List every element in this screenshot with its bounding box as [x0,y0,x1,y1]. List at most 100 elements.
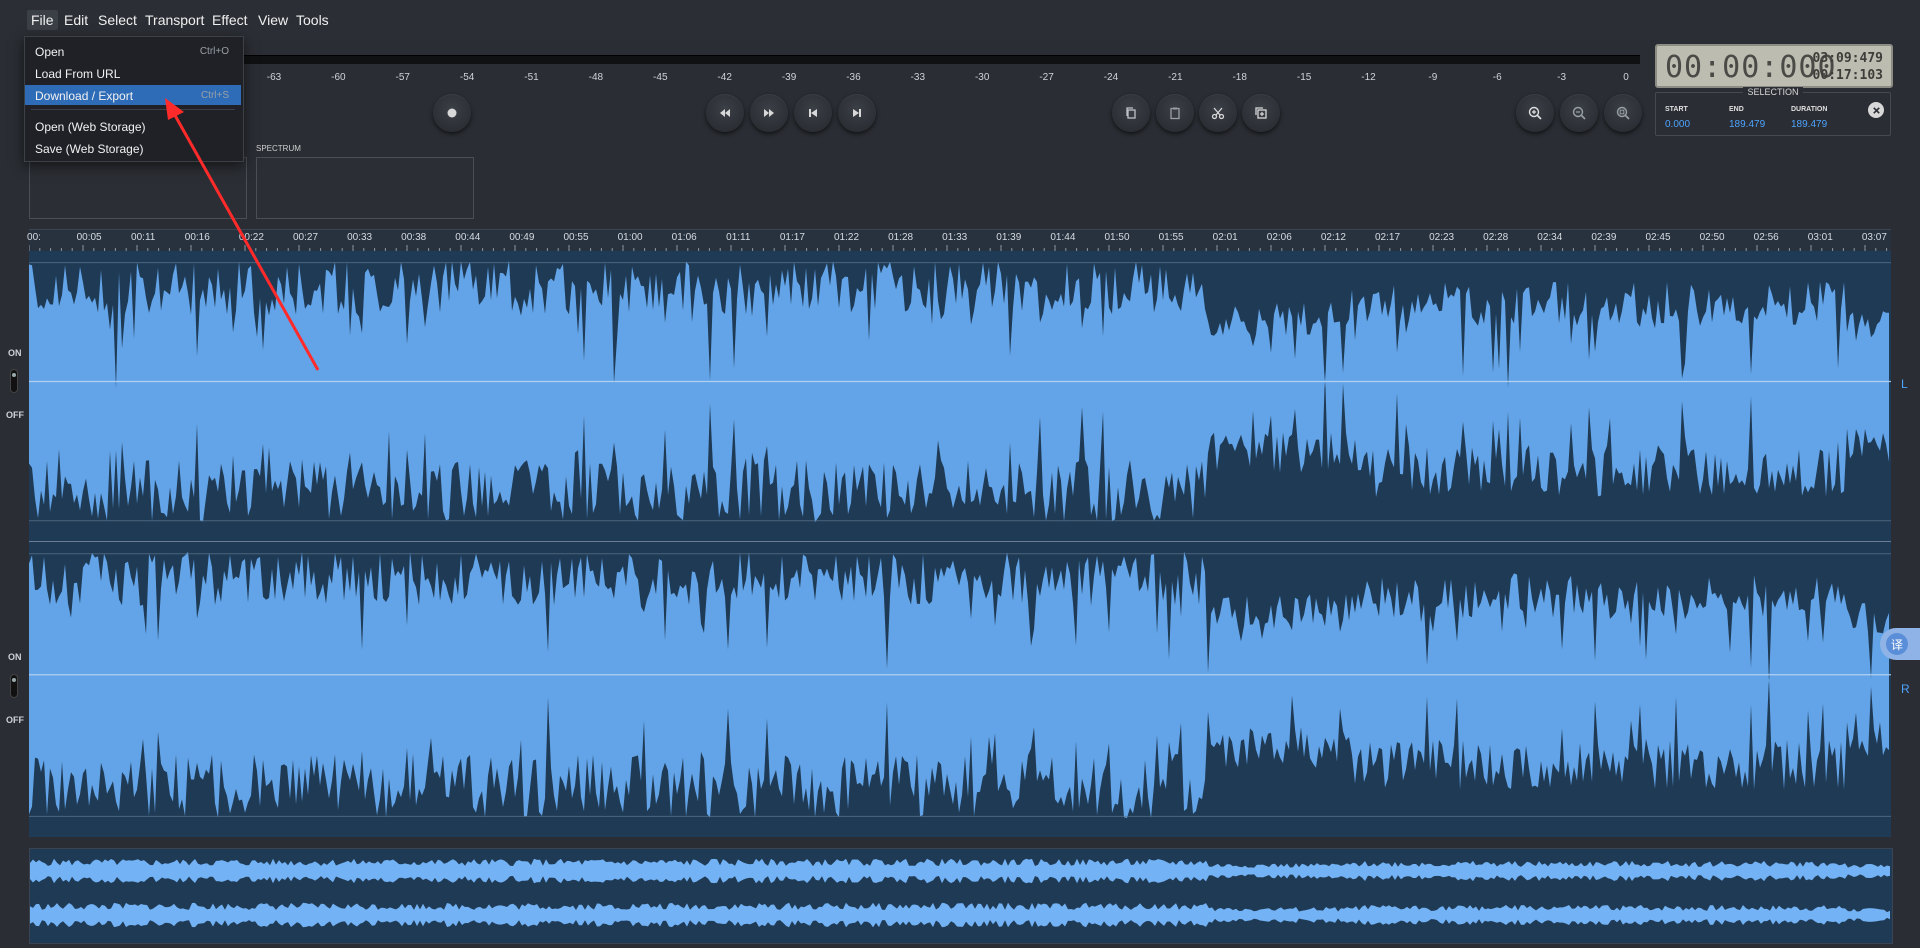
level-meter-scale: -63 -60 -57 -54 -51 -48 -45 -42 -39 -36 -33 -30 -27-… [240,64,1640,84]
timeline-label: 02:06 [1266,232,1292,243]
skip-to-end-icon [853,109,861,117]
meter-tick-label: -24 [1103,72,1119,83]
rewind-button[interactable] [706,94,744,132]
timeline-label: 00:27 [292,232,319,243]
timeline-ruler[interactable]: 00: 00:05 00:11 00:16 00:22 00:27 00:33 00:38 00… [27,229,1891,252]
meter-tick-label: -18 [1232,72,1247,83]
menu-separator [31,109,235,110]
left-channel-label: L [1901,377,1908,391]
timeline-label: 02:50 [1699,232,1725,243]
timeline-label: 03:01 [1807,232,1833,243]
copy-icon [1126,107,1136,119]
paste-icon [1170,107,1180,120]
timeline-label: 00:05 [76,232,102,243]
record-button[interactable] [433,94,471,132]
current-time: 00:00:000 [1665,50,1837,85]
close-icon [1872,106,1880,114]
zoom-fit-button[interactable] [1604,94,1642,132]
skip-to-end-button[interactable] [838,94,876,132]
timeline-label: 02:45 [1645,232,1671,243]
timeline-label: 01:22 [833,232,860,243]
selection-duration-value[interactable]: 189.479 [1791,119,1827,130]
menu-transport[interactable]: Transport [141,10,208,30]
shortcut-open: Ctrl+O [199,46,229,57]
timeline-label: 02:56 [1753,232,1779,243]
menu-open[interactable]: Open Ctrl+O [25,41,241,61]
timeline-label: 01:44 [1050,232,1076,243]
meter-tick-label: -42 [717,72,732,83]
paste-mix-button[interactable] [1242,94,1280,132]
selection-duration-label: DURATION [1791,106,1828,113]
timeline-label: 02:01 [1212,232,1238,243]
timeline-label: 00:44 [455,232,481,243]
timeline-label: 03:07 [1861,232,1887,243]
left-channel-toggle[interactable] [11,370,17,392]
channel-right-track[interactable] [29,542,1891,837]
timeline-label: 02:12 [1320,232,1346,243]
overview-waveform[interactable] [29,848,1893,944]
meter-tick-label: -21 [1168,72,1183,83]
overview-waveform-graphic [30,858,1890,928]
meter-tick-label: -33 [910,72,926,83]
fast-forward-button[interactable] [750,94,788,132]
timeline-label: 01:50 [1104,232,1130,243]
menu-bar: File Edit Select Transport Effect View T… [0,0,1920,40]
menu-download-export[interactable]: Download / Export Ctrl+S [25,85,241,105]
meter-tick-label: -15 [1296,72,1312,83]
meter-tick-label: -63 [266,72,282,83]
menu-file[interactable]: File [27,10,58,30]
right-channel-toggle[interactable] [11,675,17,697]
channel-left-waveform [29,260,1891,523]
clear-selection-button[interactable] [1868,102,1884,118]
menu-open-web-storage[interactable]: Open (Web Storage) [25,116,241,136]
spectrum-panel [256,157,474,219]
meter-tick-label: -3 [1557,72,1567,83]
meter-tick-label: -45 [653,72,668,83]
timeline-label: 02:39 [1591,232,1617,243]
menu-tools[interactable]: Tools [292,10,333,30]
menu-effect[interactable]: Effect [208,10,252,30]
paste-mix-icon [1255,107,1267,119]
timeline-label: 01:33 [942,232,968,243]
meter-tick-label: -12 [1361,72,1376,83]
meter-tick-label: -39 [781,72,797,83]
paste-button[interactable] [1156,94,1194,132]
menu-view[interactable]: View [254,10,292,30]
timeline-label: 01:55 [1158,232,1184,243]
zoom-out-button[interactable] [1560,94,1598,132]
right-channel-label: R [1901,682,1910,696]
meter-tick-label: 0 [1623,72,1629,83]
menu-save-web-storage[interactable]: Save (Web Storage) [25,138,241,158]
meter-tick-label: -36 [846,72,861,83]
menu-edit[interactable]: Edit [60,10,92,30]
copy-button[interactable] [1112,94,1150,132]
timeline-label: 01:28 [888,232,914,243]
meter-tick-label: -9 [1428,72,1438,83]
timeline-label: 02:28 [1483,232,1509,243]
skip-to-start-button[interactable] [794,94,832,132]
meter-tick-label: -6 [1492,72,1502,83]
selection-start-value[interactable]: 0.000 [1665,119,1690,130]
zoom-in-button[interactable] [1516,94,1554,132]
rewind-icon [720,109,730,117]
zoom-in-icon [1528,106,1542,120]
meter-tick-label: -51 [524,72,539,83]
left-off-label: OFF [6,410,24,420]
zoom-fit-icon [1616,106,1630,120]
menu-select[interactable]: Select [94,10,141,30]
selection-end-value[interactable]: 189.479 [1729,119,1765,130]
menu-load-from-url[interactable]: Load From URL [25,63,241,83]
timeline-label: 02:34 [1537,232,1563,243]
translate-badge[interactable]: 译 [1880,628,1920,660]
cut-button[interactable] [1199,94,1237,132]
timeline-label: 00:38 [401,232,427,243]
cut-icon [1211,107,1225,120]
secondary-time: 00:17:103 [1812,68,1883,83]
channel-left-track[interactable] [29,251,1891,541]
fast-forward-icon [764,109,774,117]
translate-icon: 译 [1886,633,1908,655]
meter-tick-label: -60 [331,72,346,83]
timeline-label: 00:33 [347,232,373,243]
timeline-label: 02:23 [1429,232,1455,243]
timeline-label: 00:16 [184,232,210,243]
